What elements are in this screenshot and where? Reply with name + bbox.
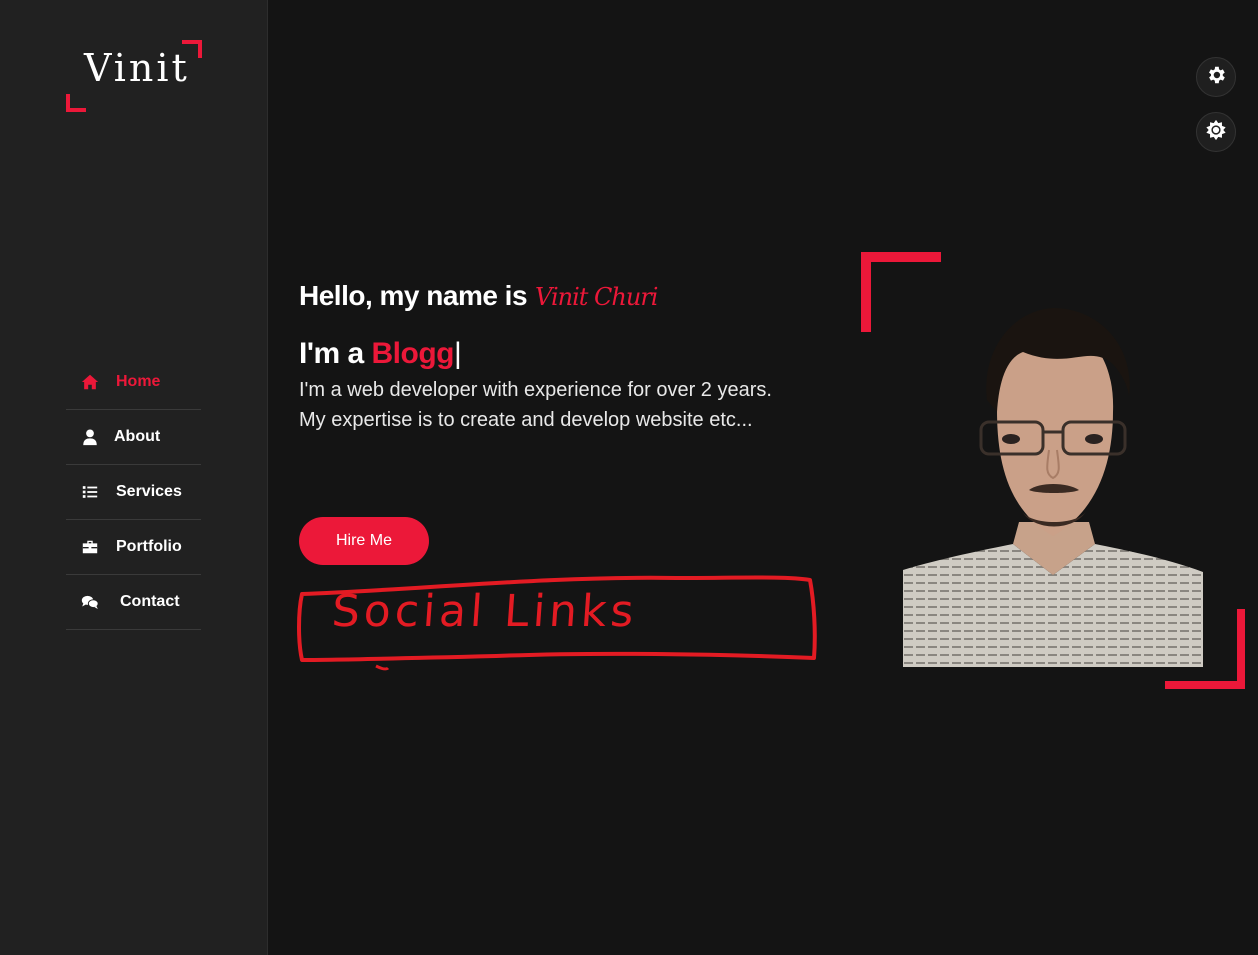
social-links-annotation: Social Links — [296, 572, 818, 676]
hire-me-button[interactable]: Hire Me — [299, 517, 429, 565]
logo-text: Vinit — [84, 46, 190, 90]
home-icon — [80, 372, 100, 392]
hero-name: Vinit Churi — [535, 283, 658, 311]
hero-description: I'm a web developer with experience for … — [299, 375, 859, 435]
main-nav: Home About Services Portfolio Contact — [66, 355, 201, 630]
gear-icon — [1205, 64, 1227, 90]
nav-item-contact[interactable]: Contact — [66, 575, 201, 630]
profile-photo — [903, 300, 1203, 667]
nav-item-portfolio[interactable]: Portfolio — [66, 520, 201, 575]
annotation-text: Social Links — [330, 586, 640, 637]
logo-bracket-bottom — [66, 94, 86, 112]
hero-section: Hello, my name is Vinit Churi I'm a Blog… — [299, 280, 859, 435]
profile-image-frame — [860, 252, 1248, 692]
role-typed-text: Blogg — [371, 337, 455, 370]
user-icon — [80, 427, 100, 447]
logo[interactable]: Vinit — [66, 40, 202, 112]
theme-toggle-button[interactable] — [1196, 112, 1236, 152]
comments-icon — [80, 592, 100, 612]
briefcase-icon — [80, 537, 100, 557]
theme-sun-icon — [1205, 119, 1227, 145]
nav-label-about: About — [114, 428, 161, 445]
nav-label-portfolio: Portfolio — [116, 538, 182, 555]
hero-role: I'm a Blogg| — [299, 337, 859, 371]
nav-item-services[interactable]: Services — [66, 465, 201, 520]
nav-label-contact: Contact — [120, 593, 180, 610]
nav-label-home: Home — [116, 373, 161, 390]
list-icon — [80, 482, 100, 502]
nav-label-services: Services — [116, 483, 182, 500]
settings-button[interactable] — [1196, 57, 1236, 97]
description-line-1: I'm a web developer with experience for … — [299, 379, 772, 401]
hero-greeting: Hello, my name is Vinit Churi — [299, 280, 859, 312]
role-prefix: I'm a — [299, 337, 364, 370]
greeting-text: Hello, my name is — [299, 280, 528, 311]
sidebar: Vinit Home About Services Portfolio Cont… — [0, 0, 268, 955]
nav-item-about[interactable]: About — [66, 410, 201, 465]
description-line-2: My expertise is to create and develop we… — [299, 409, 753, 431]
typing-cursor: | — [454, 337, 462, 370]
nav-item-home[interactable]: Home — [66, 355, 201, 410]
